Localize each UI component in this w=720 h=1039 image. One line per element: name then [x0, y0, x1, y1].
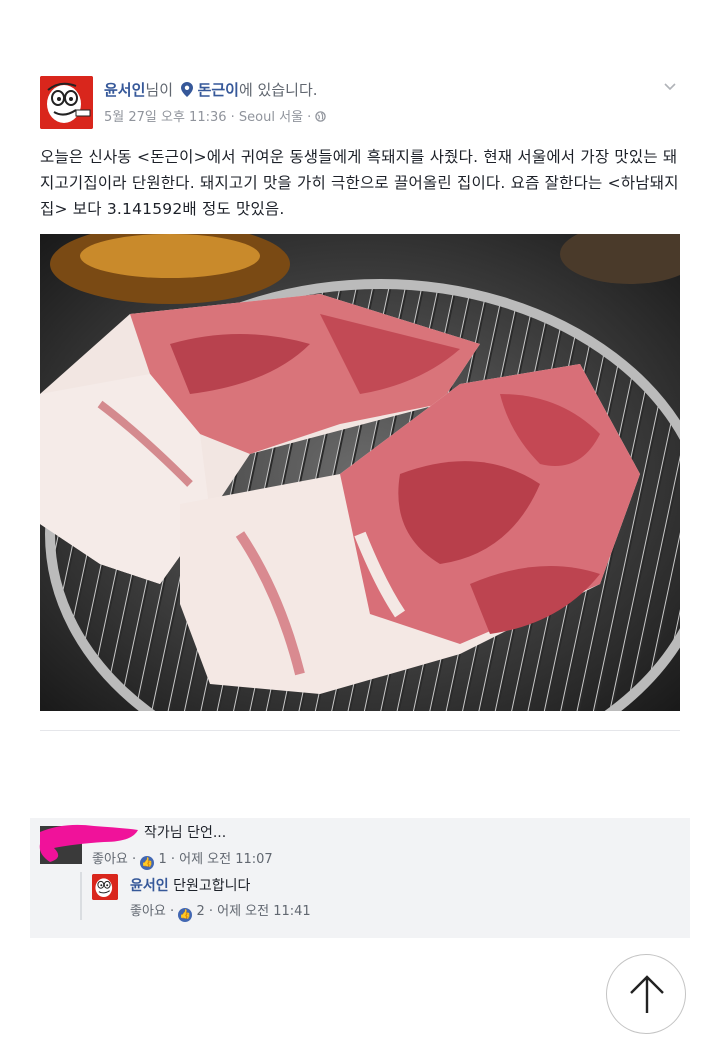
like-link[interactable]: 좋아요 [92, 852, 128, 867]
reply-author-name[interactable]: 윤서인 [130, 878, 169, 894]
like-link[interactable]: 좋아요 [130, 904, 166, 919]
post-location[interactable]: Seoul 서울 [239, 110, 303, 125]
meta-separator: · [307, 110, 316, 125]
cartoon-face-icon [92, 874, 118, 900]
comments-section: 작가님 단언... 좋아요 · 👍 1 · 어제 오전 11:07 윤서인 단원… [30, 818, 690, 938]
scroll-to-top-button[interactable] [606, 954, 686, 1034]
like-count[interactable]: 2 [196, 904, 204, 919]
post-header: 윤서인님이 돈근이에 있습니다. [104, 79, 318, 100]
thumbs-up-icon: 👍 [140, 856, 155, 870]
post-body-text: 오늘은 신사동 <돈근이>에서 귀여운 동생들에게 흑돼지를 사줬다. 현재 서… [40, 148, 679, 218]
post-photo[interactable] [40, 234, 680, 711]
reply-thread-line [80, 872, 82, 920]
post-meta: 5월 27일 오후 11:36 · Seoul 서울 · [104, 106, 327, 125]
header-connector: 님이 [145, 81, 174, 99]
author-name[interactable]: 윤서인 [104, 81, 145, 99]
like-count[interactable]: 1 [158, 852, 166, 867]
author-avatar[interactable] [40, 76, 93, 129]
post-divider [40, 730, 680, 731]
location-pin-icon [180, 82, 193, 97]
cartoon-face-icon [40, 76, 93, 129]
header-at-suffix: 에 있습니다. [238, 81, 318, 99]
arrow-up-icon [630, 975, 664, 1013]
thumbs-up-icon: 👍 [178, 908, 193, 922]
chevron-down-icon[interactable] [662, 78, 678, 94]
reply-text: 단원고합니다 [173, 878, 251, 894]
reply-comment: 윤서인 단원고합니다 [130, 875, 250, 895]
reply-author-avatar[interactable] [92, 874, 118, 900]
comment-text: 작가님 단언... [144, 825, 227, 841]
meta-separator: · [230, 110, 239, 125]
place-link[interactable]: 돈근이 [198, 81, 239, 99]
comment-meta: 좋아요 · 👍 1 · 어제 오전 11:07 [92, 852, 273, 870]
post-card: 윤서인님이 돈근이에 있습니다. 5월 27일 오후 11:36 · Seoul… [30, 48, 690, 778]
post-timestamp[interactable]: 5월 27일 오후 11:36 [104, 110, 227, 125]
comment-timestamp[interactable]: 어제 오전 11:07 [179, 852, 273, 867]
globe-icon [315, 111, 327, 122]
reply-timestamp[interactable]: 어제 오전 11:41 [217, 904, 311, 919]
reply-meta: 좋아요 · 👍 2 · 어제 오전 11:41 [130, 904, 311, 922]
pork-on-grill-image [40, 234, 680, 711]
